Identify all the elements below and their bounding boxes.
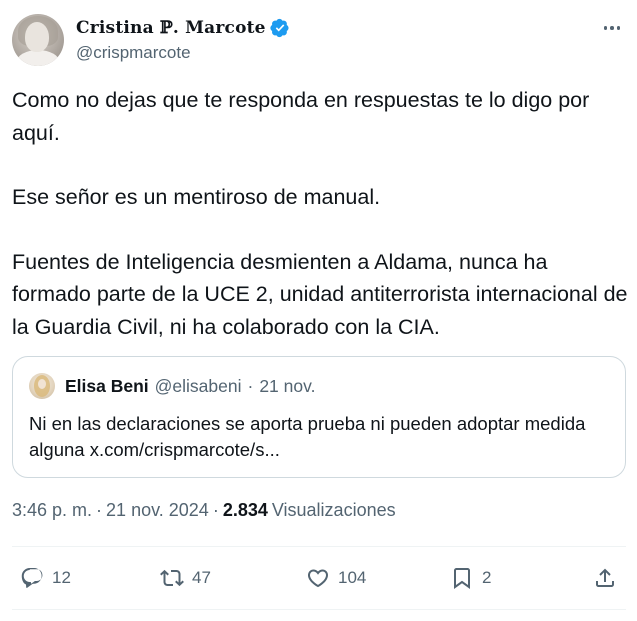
tweet-paragraph: Fuentes de Inteligencia desmienten a Ald…: [12, 249, 628, 339]
repost-icon: [160, 569, 184, 587]
quoted-tweet-header: Elisa Beni @elisabeni · 21 nov.: [29, 373, 315, 399]
quoted-date: 21 nov.: [259, 375, 316, 396]
share-button[interactable]: [593, 560, 617, 596]
repost-count: 47: [192, 568, 211, 587]
meta-separator: ·: [96, 500, 103, 520]
quoted-author-handle: @elisabeni: [154, 375, 242, 396]
like-count: 104: [338, 568, 367, 587]
tweet-paragraph: Como no dejas que te responda en respues…: [12, 88, 590, 145]
share-icon: [596, 568, 614, 587]
bookmark-button[interactable]: 2: [450, 560, 491, 596]
bookmark-count: 2: [482, 568, 492, 587]
views-label: Visualizaciones: [271, 500, 396, 520]
action-bar: 12 47 104 2: [12, 560, 626, 596]
like-button[interactable]: 104: [306, 560, 366, 596]
reply-icon: [21, 568, 43, 588]
author-avatar[interactable]: [12, 14, 64, 66]
tweet-date[interactable]: 21 nov. 2024: [106, 500, 209, 521]
divider: [12, 546, 626, 547]
reply-count: 12: [52, 568, 71, 587]
tweet-text: Como no dejas que te responda en respues…: [12, 84, 632, 343]
meta-separator: ·: [212, 500, 219, 520]
quoted-author-name: Elisa Beni: [65, 375, 149, 396]
views-count: 2.834: [222, 500, 268, 520]
quoted-tweet-text: Ni en las declaraciones se aporta prueba…: [29, 413, 586, 460]
verified-badge-icon: [270, 18, 289, 38]
tweet-time[interactable]: 3:46 p. m.: [12, 500, 92, 521]
quoted-author-avatar: [29, 373, 55, 399]
bookmark-icon: [454, 568, 470, 589]
quoted-separator: ·: [247, 375, 254, 396]
author-display-name[interactable]: 𝐂𝐫𝐢𝐬𝐭𝐢𝐧𝐚 ℙ. 𝐌𝐚𝐫𝐜𝐨𝐭𝐞: [76, 18, 266, 38]
repost-button[interactable]: 47: [160, 560, 211, 596]
quoted-tweet[interactable]: Elisa Beni @elisabeni · 21 nov. Ni en la…: [12, 356, 626, 478]
heart-icon: [307, 569, 329, 588]
tweet-header: 𝐂𝐫𝐢𝐬𝐭𝐢𝐧𝐚 ℙ. 𝐌𝐚𝐫𝐜𝐨𝐭𝐞 @crispmarcote: [12, 14, 625, 68]
tweet-meta: 3:46 p. m. · 21 nov. 2024 · 2.834 Visual…: [12, 500, 396, 521]
reply-button[interactable]: 12: [20, 560, 71, 596]
author-names: 𝐂𝐫𝐢𝐬𝐭𝐢𝐧𝐚 ℙ. 𝐌𝐚𝐫𝐜𝐨𝐭𝐞 @crispmarcote: [76, 16, 290, 63]
author-handle[interactable]: @crispmarcote: [76, 43, 290, 63]
author-display-name-row[interactable]: 𝐂𝐫𝐢𝐬𝐭𝐢𝐧𝐚 ℙ. 𝐌𝐚𝐫𝐜𝐨𝐭𝐞: [76, 16, 290, 40]
divider: [12, 609, 626, 610]
tweet-paragraph: Ese señor es un mentiroso de manual.: [12, 185, 381, 209]
more-options-icon[interactable]: [599, 16, 625, 40]
